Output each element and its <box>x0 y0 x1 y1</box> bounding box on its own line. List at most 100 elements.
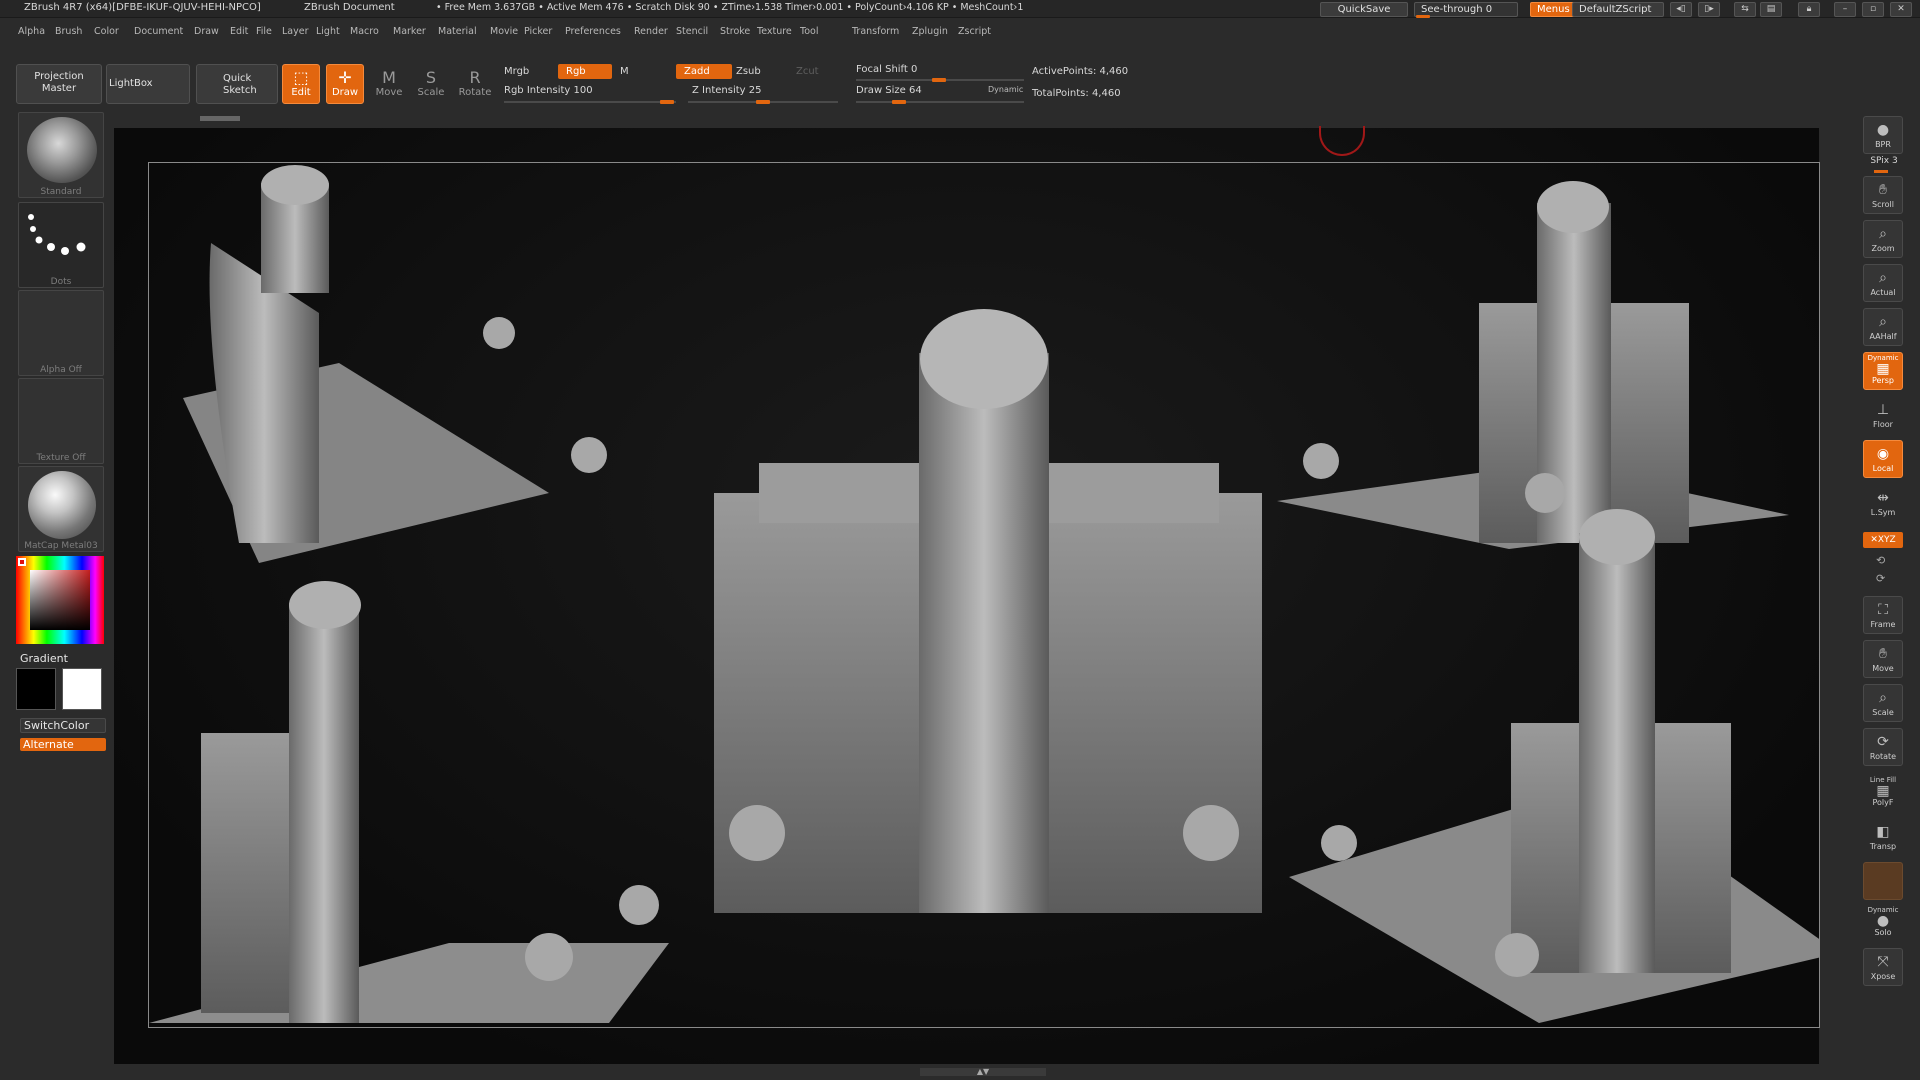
menu-texture[interactable]: Texture <box>757 26 792 37</box>
persp-button[interactable]: Dynamic ▦ Persp <box>1863 352 1903 390</box>
menu-macro[interactable]: Macro <box>350 26 379 37</box>
see-through-slider-thumb[interactable] <box>1416 15 1430 18</box>
menu-preferences[interactable]: Preferences <box>565 26 621 37</box>
menu-edit[interactable]: Edit <box>230 26 248 37</box>
rgb-intensity-slider[interactable]: Rgb Intensity 100 <box>504 85 593 96</box>
move-view-button[interactable]: ✋︎ Move <box>1863 640 1903 678</box>
focal-shift-slider[interactable]: Focal Shift 0 <box>856 64 917 75</box>
quick-sketch-button[interactable]: Quick Sketch <box>196 64 278 104</box>
menu-stencil[interactable]: Stencil <box>676 26 708 37</box>
menu-draw[interactable]: Draw <box>194 26 219 37</box>
menu-zscript[interactable]: Zscript <box>958 26 991 37</box>
layout-right-icon[interactable]: ▯▸ <box>1698 2 1720 17</box>
dots-stroke-icon <box>28 214 86 255</box>
secondary-color-swatch[interactable] <box>62 668 102 710</box>
mrgb-toggle[interactable]: Mrgb <box>504 66 529 77</box>
focal-shift-thumb[interactable] <box>932 78 946 82</box>
z-intensity-thumb[interactable] <box>756 100 770 104</box>
menu-brush[interactable]: Brush <box>55 26 82 37</box>
local-button[interactable]: ◉ Local <box>1863 440 1903 478</box>
rgb-toggle[interactable]: Rgb <box>558 64 612 79</box>
spix-slider[interactable]: SPix 3 <box>1860 156 1908 166</box>
stroke-slot[interactable]: Dots <box>18 202 104 288</box>
lightbox-button[interactable]: LightBox <box>106 64 190 104</box>
bottom-tray-toggle-icon[interactable]: ▲▼ <box>920 1068 1046 1076</box>
gradient-label[interactable]: Gradient <box>20 652 68 665</box>
menu-file[interactable]: File <box>256 26 272 37</box>
solo-button[interactable]: Dynamic ● Solo <box>1863 904 1903 942</box>
scale-view-button[interactable]: ⌕ Scale <box>1863 684 1903 722</box>
rotate-button[interactable]: R Rotate <box>456 64 494 104</box>
rotate-view-icon: ⟳ <box>1877 734 1889 750</box>
projection-master-button[interactable]: Projection Master <box>16 64 102 104</box>
frame-button[interactable]: ⛶ Frame <box>1863 596 1903 634</box>
xpose-button[interactable]: ⤧ Xpose <box>1863 948 1903 986</box>
lsym-button[interactable]: ⇹ L.Sym <box>1863 484 1903 522</box>
menu-movie[interactable]: Movie <box>490 26 518 37</box>
menu-marker[interactable]: Marker <box>393 26 426 37</box>
transp-button[interactable]: ◧ Transp <box>1863 818 1903 856</box>
quicksave-button[interactable]: QuickSave <box>1320 2 1408 17</box>
texture-slot[interactable]: Texture Off <box>18 378 104 464</box>
draw-size-thumb[interactable] <box>892 100 906 104</box>
xyz-toggle[interactable]: ✕XYZ <box>1863 532 1903 548</box>
menu-color[interactable]: Color <box>94 26 119 37</box>
dynamic-toggle[interactable]: Dynamic <box>988 85 1023 94</box>
menu-zplugin[interactable]: Zplugin <box>912 26 948 37</box>
minimize-icon[interactable]: – <box>1834 2 1856 17</box>
menu-light[interactable]: Light <box>316 26 340 37</box>
rgb-intensity-thumb[interactable] <box>660 100 674 104</box>
switchcolor-button[interactable]: SwitchColor <box>20 718 106 733</box>
menu-alpha[interactable]: Alpha <box>18 26 45 37</box>
z-intensity-slider[interactable]: Z Intensity 25 <box>692 85 761 96</box>
spix-thumb[interactable] <box>1874 170 1888 173</box>
draw-size-track[interactable] <box>856 101 1024 103</box>
rotate-z-icon[interactable]: ⟳ <box>1876 572 1885 585</box>
menu-picker[interactable]: Picker <box>524 26 552 37</box>
zadd-toggle[interactable]: Zadd <box>676 64 732 79</box>
scale-button[interactable]: S Scale <box>412 64 450 104</box>
rotate-y-icon[interactable]: ⟲ <box>1876 554 1885 567</box>
color-picker[interactable] <box>16 556 104 644</box>
draw-button[interactable]: ✛ Draw <box>326 64 364 104</box>
move-button[interactable]: M Move <box>370 64 408 104</box>
main-color-swatch[interactable] <box>16 668 56 710</box>
menu-document[interactable]: Document <box>134 26 183 37</box>
floor-button[interactable]: ⊥ Floor <box>1863 396 1903 434</box>
xpose-label: Xpose <box>1870 972 1896 981</box>
draw-size-slider[interactable]: Draw Size 64 <box>856 85 922 96</box>
lock-icon[interactable]: 🔒︎ <box>1798 2 1820 17</box>
rotate-view-button[interactable]: ⟳ Rotate <box>1863 728 1903 766</box>
maximize-icon[interactable]: ▫ <box>1862 2 1884 17</box>
layout-left-icon[interactable]: ◂▯ <box>1670 2 1692 17</box>
ui-swap-icon[interactable]: ⇆ <box>1734 2 1756 17</box>
ghost-button[interactable] <box>1863 862 1903 900</box>
ui-layout-icon[interactable]: ▤ <box>1760 2 1782 17</box>
rgb-intensity-track[interactable] <box>504 101 676 103</box>
polyf-button[interactable]: Line Fill ▦ PolyF <box>1863 774 1903 812</box>
edit-button[interactable]: ⬚ Edit <box>282 64 320 104</box>
alternate-button[interactable]: Alternate <box>20 738 106 751</box>
material-slot[interactable]: MatCap Metal03 <box>18 466 104 552</box>
m-toggle[interactable]: M <box>620 66 629 77</box>
color-square[interactable] <box>30 570 90 630</box>
alpha-slot[interactable]: Alpha Off <box>18 290 104 376</box>
menu-transform[interactable]: Transform <box>852 26 899 37</box>
zoom-button[interactable]: ⌕ Zoom <box>1863 220 1903 258</box>
default-zscript-button[interactable]: DefaultZScript <box>1572 2 1664 17</box>
brush-slot[interactable]: Standard <box>18 112 104 198</box>
menu-stroke[interactable]: Stroke <box>720 26 750 37</box>
scroll-button[interactable]: ✋︎ Scroll <box>1863 176 1903 214</box>
menu-material[interactable]: Material <box>438 26 477 37</box>
zcut-toggle[interactable]: Zcut <box>796 66 819 77</box>
menu-render[interactable]: Render <box>634 26 668 37</box>
canvas-scroll-handle[interactable] <box>200 116 240 121</box>
aahalf-button[interactable]: ⌕ AAHalf <box>1863 308 1903 346</box>
actual-button[interactable]: ⌕ Actual <box>1863 264 1903 302</box>
menu-tool[interactable]: Tool <box>800 26 818 37</box>
zsub-toggle[interactable]: Zsub <box>736 66 761 77</box>
close-icon[interactable]: ✕ <box>1890 2 1912 17</box>
menu-layer[interactable]: Layer <box>282 26 309 37</box>
bpr-button[interactable]: ● BPR <box>1863 116 1903 154</box>
menus-button[interactable]: Menus <box>1530 2 1577 17</box>
